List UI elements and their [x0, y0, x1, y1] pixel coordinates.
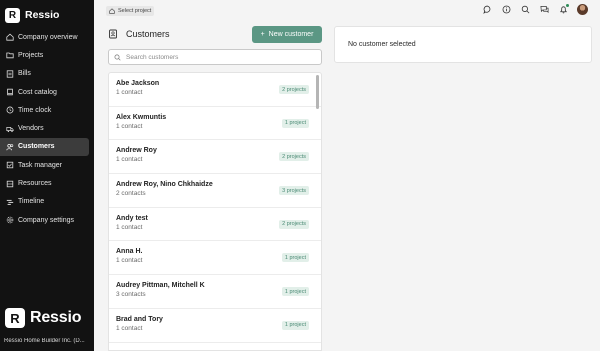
sidebar-item-label: Time clock [18, 106, 52, 114]
list-item[interactable]: Abe Jackson 1 contact 2 projects [109, 73, 321, 107]
search-input[interactable]: Search customers [108, 49, 322, 65]
sidebar-item-projects[interactable]: Projects [0, 46, 89, 64]
select-project-label: Select project [118, 8, 152, 14]
sidebar-item-company-settings[interactable]: Company settings [0, 211, 89, 229]
home-icon [109, 8, 115, 14]
timeline-icon [6, 198, 14, 206]
sidebar-item-label: Customers [18, 143, 55, 151]
sidebar-item-cost-catalog[interactable]: Cost catalog [0, 83, 89, 101]
truck-icon [6, 125, 14, 133]
list-item[interactable]: Audrey Pittman, Mitchell K 3 contacts 1 … [109, 275, 321, 309]
sidebar-item-label: Vendors [18, 125, 44, 133]
sidebar-item-vendors[interactable]: Vendors [0, 119, 89, 137]
projects-badge: 1 project [281, 118, 309, 128]
footer-brand-logo: R [5, 308, 25, 328]
projects-badge: 1 project [281, 287, 309, 297]
sidebar-item-label: Company overview [18, 33, 78, 41]
book-icon [6, 88, 14, 96]
sidebar: R Ressio Company overview Projects Bills… [0, 0, 94, 351]
user-avatar[interactable] [577, 4, 588, 15]
customer-list: Abe Jackson 1 contact 2 projects Alex Kw… [108, 72, 322, 351]
projects-badge: 2 projects [279, 219, 309, 229]
resources-icon [6, 180, 14, 188]
sidebar-item-label: Resources [18, 180, 52, 188]
topbar: Select project [94, 0, 600, 22]
sidebar-item-label: Timeline [18, 198, 45, 206]
list-item[interactable]: Anna H. 1 contact 1 project [109, 241, 321, 276]
footer-brand: R Ressio [0, 308, 94, 338]
sidebar-item-timeline[interactable]: Timeline [0, 193, 89, 211]
brand-logo: R [5, 7, 20, 23]
plus-icon: + [260, 31, 265, 38]
clock-icon [6, 106, 14, 114]
bell-icon[interactable] [558, 3, 569, 15]
sidebar-item-bills[interactable]: Bills [0, 65, 89, 83]
sidebar-item-resources[interactable]: Resources [0, 174, 89, 192]
sidebar-item-label: Cost catalog [18, 88, 57, 96]
notification-dot [566, 3, 569, 7]
list-scrollbar[interactable] [316, 75, 319, 109]
gear-icon [6, 216, 14, 224]
sidebar-item-company-overview[interactable]: Company overview [0, 28, 89, 46]
empty-state-text: No customer selected [348, 41, 416, 48]
sidebar-item-label: Task manager [18, 161, 62, 169]
brand-name: Ressio [25, 9, 60, 21]
sidebar-nav: Company overview Projects Bills Cost cat… [0, 28, 94, 229]
sidebar-item-label: Bills [18, 70, 31, 78]
sidebar-item-label: Company settings [18, 216, 75, 224]
sidebar-item-label: Projects [18, 51, 44, 59]
select-project-button[interactable]: Select project [106, 6, 155, 16]
folder-icon [6, 51, 14, 59]
new-customer-label: New customer [268, 31, 314, 38]
bill-icon [6, 70, 14, 78]
chat-icon[interactable] [482, 5, 492, 15]
sidebar-item-task-manager[interactable]: Task manager [0, 156, 89, 174]
messages-icon[interactable] [539, 5, 549, 15]
list-item[interactable]: Brad and Tory 1 contact 1 project [109, 309, 321, 343]
sidebar-item-customers[interactable]: Customers [0, 137, 89, 157]
home-icon [6, 33, 14, 41]
list-item[interactable]: Andrew Roy, Nino Chkhaidze 2 contacts 3 … [109, 174, 321, 208]
search-placeholder: Search customers [126, 53, 179, 61]
list-item[interactable]: Andy test 1 contact 2 projects [109, 208, 321, 242]
projects-badge: 2 projects [279, 85, 309, 94]
projects-badge: 3 projects [279, 186, 309, 196]
help-icon[interactable] [501, 5, 511, 15]
customers-header: Customers + New customer [108, 26, 322, 43]
projects-badge: 1 project [281, 320, 309, 330]
topbar-actions [482, 3, 588, 15]
projects-badge: 1 project [281, 253, 309, 263]
search-icon[interactable] [520, 5, 530, 15]
sidebar-footer: R Ressio Ressio Home Builder Inc. (D... [0, 308, 94, 351]
sidebar-item-time-clock[interactable]: Time clock [0, 101, 89, 119]
list-item[interactable]: Andrew Roy 1 contact 2 projects [109, 140, 321, 175]
task-icon [6, 161, 14, 169]
customers-book-icon [109, 29, 117, 39]
new-customer-button[interactable]: + New customer [252, 26, 322, 43]
customers-icon [6, 143, 14, 151]
footer-brand-name: Ressio [30, 309, 82, 326]
company-switcher[interactable]: Ressio Home Builder Inc. (D... [0, 338, 94, 351]
list-item[interactable]: Alex Kwmuntis 1 contact 1 project [109, 107, 321, 141]
customer-detail-panel: No customer selected [334, 26, 592, 63]
search-icon [114, 54, 121, 61]
page-title: Customers [126, 29, 170, 39]
brand-header[interactable]: R Ressio [0, 0, 94, 28]
projects-badge: 2 projects [279, 152, 309, 162]
